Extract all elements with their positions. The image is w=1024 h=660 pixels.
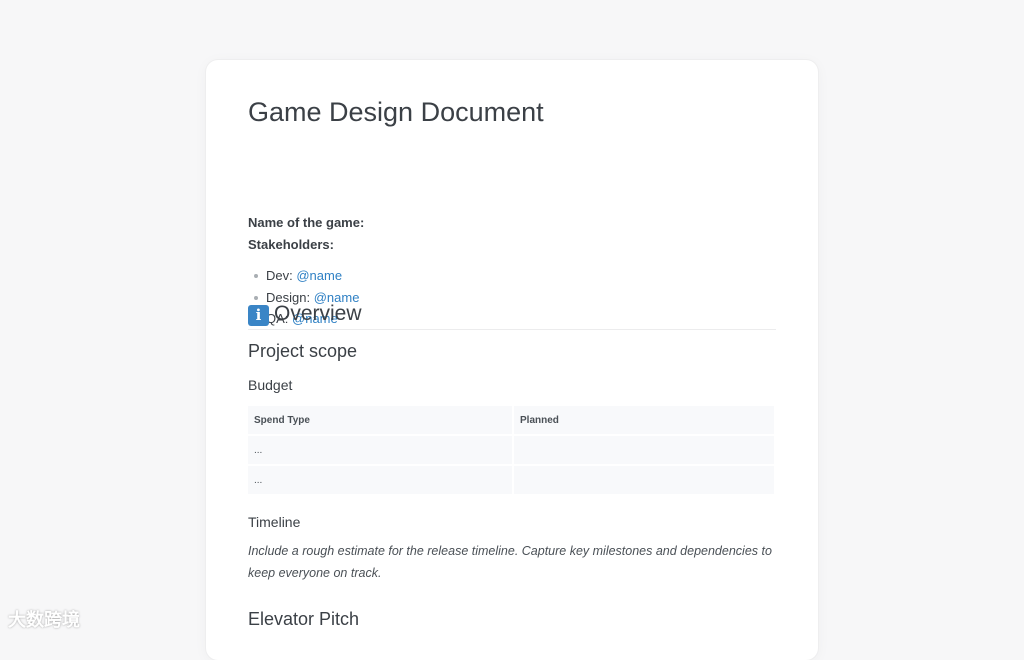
document-page: Game Design Document Name of the game: S… bbox=[206, 60, 818, 660]
list-item: Dev: @name bbox=[254, 265, 359, 287]
watermark-logo: 大数跨境 bbox=[8, 610, 80, 630]
timeline-heading: Timeline bbox=[248, 514, 301, 530]
table-header-row: Spend Type Planned bbox=[248, 406, 776, 436]
overview-heading-text: Overview bbox=[274, 302, 362, 325]
timeline-description: Include a rough estimate for the release… bbox=[248, 544, 772, 580]
budget-table: Spend Type Planned ... ... bbox=[248, 406, 776, 496]
game-name-label: Name of the game: bbox=[248, 215, 365, 230]
table-cell[interactable] bbox=[514, 436, 776, 466]
table-cell[interactable]: ... bbox=[248, 466, 514, 496]
stakeholders-label: Stakeholders: bbox=[248, 237, 334, 252]
overview-heading: i Overview bbox=[248, 302, 776, 330]
table-row: ... bbox=[248, 466, 776, 496]
table-row: ... bbox=[248, 436, 776, 466]
budget-heading: Budget bbox=[248, 377, 293, 393]
table-cell[interactable]: ... bbox=[248, 436, 514, 466]
project-scope-heading: Project scope bbox=[248, 341, 358, 361]
column-header-spend-type: Spend Type bbox=[248, 406, 514, 436]
page-title[interactable]: Game Design Document bbox=[248, 97, 544, 128]
elevator-pitch-heading: Elevator Pitch bbox=[248, 609, 360, 629]
column-header-planned: Planned bbox=[514, 406, 776, 436]
info-icon: i bbox=[248, 305, 269, 326]
mention-link[interactable]: @name bbox=[296, 268, 342, 283]
table-cell[interactable] bbox=[514, 466, 776, 496]
stakeholder-role: Dev: bbox=[266, 268, 297, 283]
